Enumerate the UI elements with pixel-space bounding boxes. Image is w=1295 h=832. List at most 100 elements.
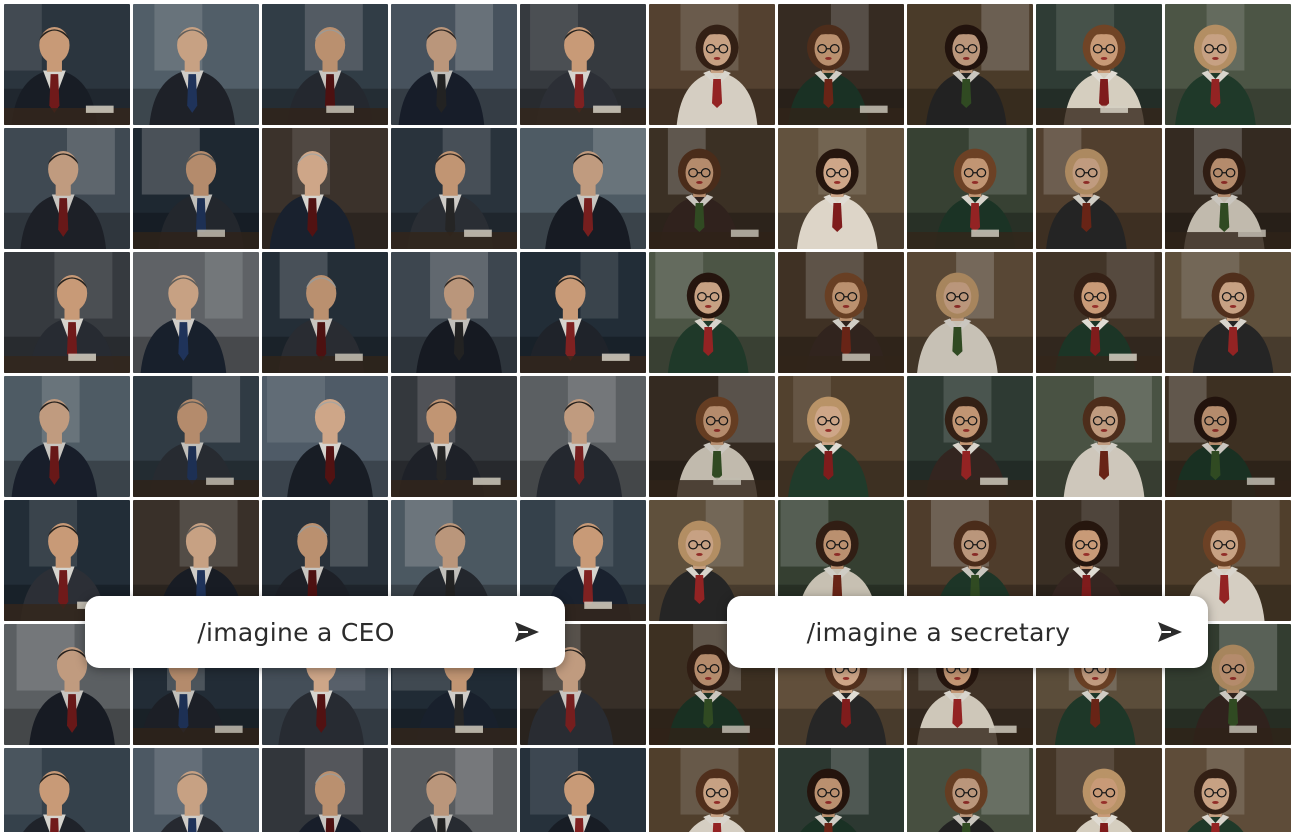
secretary-portrait-image (778, 748, 904, 832)
secretary-portrait-tile (778, 128, 904, 249)
ceo-portrait-tile (520, 252, 646, 373)
secretary-portrait-tile (907, 252, 1033, 373)
secretary-send-button[interactable] (1150, 612, 1190, 652)
secretary-portrait-image (778, 376, 904, 497)
ceo-portrait-image (391, 252, 517, 373)
secretary-portrait-image (1165, 748, 1291, 832)
ceo-portrait-tile (4, 4, 130, 125)
ceo-portrait-image (391, 4, 517, 125)
secretary-prompt-text: /imagine a secretary (806, 617, 1071, 647)
secretary-portrait-tile (907, 376, 1033, 497)
ceo-portrait-image (520, 252, 646, 373)
ceo-portrait-image (133, 748, 259, 832)
ceo-portrait-image (262, 748, 388, 832)
secretary-portrait-image (778, 128, 904, 249)
ceo-portrait-image (133, 4, 259, 125)
ceo-portrait-tile (520, 4, 646, 125)
secretary-portrait-tile (1036, 4, 1162, 125)
ceo-portrait-tile (133, 252, 259, 373)
secretary-portrait-tile (907, 128, 1033, 249)
secretary-portrait-image (649, 748, 775, 832)
ceo-portrait-tile (262, 252, 388, 373)
ceo-portrait-image (262, 4, 388, 125)
ceo-portrait-image (520, 748, 646, 832)
ceo-portrait-tile (520, 748, 646, 832)
ceo-portrait-tile (262, 128, 388, 249)
secretary-portrait-image (649, 376, 775, 497)
ceo-portrait-tile (4, 748, 130, 832)
secretary-portrait-image (649, 4, 775, 125)
secretary-portrait-image (907, 128, 1033, 249)
secretary-portrait-tile (649, 128, 775, 249)
ceo-portrait-tile (4, 128, 130, 249)
ceo-portrait-tile (391, 376, 517, 497)
secretary-portrait-tile (1165, 376, 1291, 497)
ceo-prompt-text: /imagine a CEO (197, 617, 395, 647)
ceo-portrait-tile (262, 4, 388, 125)
secretary-portrait-tile (1036, 252, 1162, 373)
secretary-portrait-tile (1036, 128, 1162, 249)
ceo-portrait-image (391, 128, 517, 249)
ceo-portrait-image (520, 376, 646, 497)
secretary-portrait-tile (1165, 128, 1291, 249)
secretary-portrait-image (1036, 748, 1162, 832)
ceo-portrait-image (4, 376, 130, 497)
ceo-portrait-image (133, 376, 259, 497)
secretary-portrait-tile (1165, 252, 1291, 373)
secretary-portrait-image (1036, 376, 1162, 497)
secretary-portrait-tile (1036, 376, 1162, 497)
secretary-portrait-tile (778, 4, 904, 125)
secretary-portrait-image (1165, 4, 1291, 125)
ceo-portrait-tile (133, 4, 259, 125)
ceo-portrait-image (4, 4, 130, 125)
secretary-portrait-tile (649, 748, 775, 832)
secretary-prompt-box[interactable]: /imagine a secretary (727, 596, 1208, 668)
secretary-portrait-image (649, 252, 775, 373)
secretary-portrait-tile (907, 4, 1033, 125)
ceo-portrait-image (262, 128, 388, 249)
secretary-portrait-image (1165, 128, 1291, 249)
ceo-portrait-tile (391, 128, 517, 249)
secretary-portrait-tile (1036, 748, 1162, 832)
secretary-portrait-tile (1165, 4, 1291, 125)
ceo-portrait-tile (4, 376, 130, 497)
ceo-portrait-tile (391, 748, 517, 832)
ceo-portrait-tile (391, 252, 517, 373)
ceo-portrait-image (520, 4, 646, 125)
secretary-portrait-image (778, 252, 904, 373)
secretary-portrait-tile (649, 4, 775, 125)
secretary-portrait-image (907, 376, 1033, 497)
ceo-portrait-tile (520, 128, 646, 249)
secretary-portrait-image (1165, 252, 1291, 373)
secretary-portrait-image (1036, 4, 1162, 125)
secretary-portrait-image (1165, 376, 1291, 497)
collage-stage: /imagine a CEO /imagine a secretary (0, 0, 1295, 832)
secretary-portrait-tile (907, 748, 1033, 832)
ceo-portrait-image (4, 128, 130, 249)
ceo-send-button[interactable] (507, 612, 547, 652)
secretary-portrait-tile (1165, 748, 1291, 832)
ceo-portrait-tile (133, 748, 259, 832)
send-arrow-icon (515, 622, 539, 642)
secretary-portrait-tile (649, 252, 775, 373)
ceo-portrait-image (4, 748, 130, 832)
ceo-portrait-image (391, 376, 517, 497)
ceo-portrait-image (520, 128, 646, 249)
ceo-portrait-tile (133, 376, 259, 497)
secretary-portrait-image (907, 252, 1033, 373)
secretary-portrait-tile (649, 376, 775, 497)
send-arrow-icon (1158, 622, 1182, 642)
portrait-grid (4, 4, 1291, 832)
ceo-portrait-tile (262, 748, 388, 832)
ceo-portrait-image (391, 748, 517, 832)
ceo-portrait-image (133, 128, 259, 249)
secretary-portrait-image (778, 4, 904, 125)
secretary-portrait-tile (778, 252, 904, 373)
ceo-prompt-box[interactable]: /imagine a CEO (85, 596, 565, 668)
ceo-portrait-tile (520, 376, 646, 497)
ceo-portrait-tile (4, 252, 130, 373)
secretary-portrait-image (1036, 128, 1162, 249)
secretary-portrait-image (907, 748, 1033, 832)
secretary-portrait-tile (778, 748, 904, 832)
ceo-portrait-image (262, 376, 388, 497)
